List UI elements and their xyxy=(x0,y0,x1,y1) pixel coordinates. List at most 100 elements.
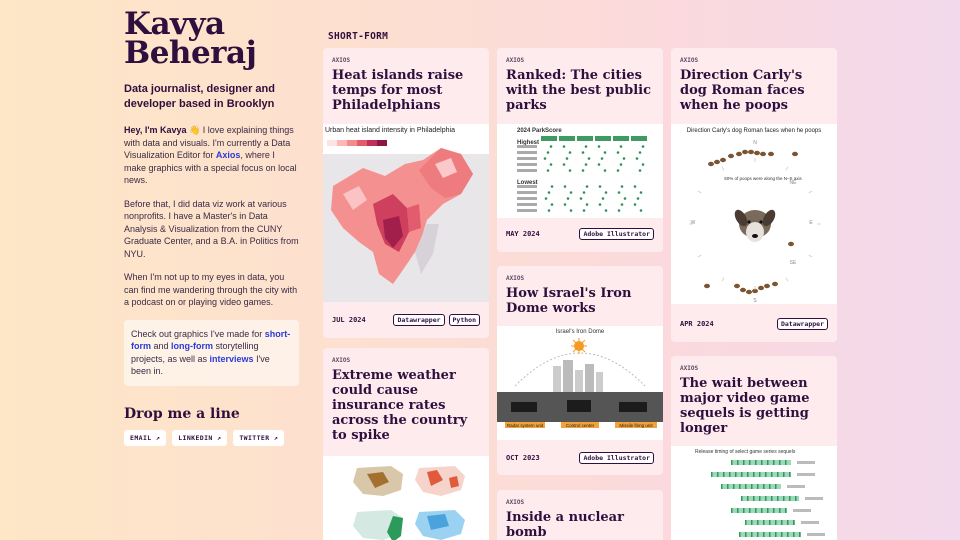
table-dot xyxy=(568,151,572,154)
table-dot xyxy=(601,197,605,200)
project-card-heat-islands[interactable]: AXIOS Heat islands raise temps for most … xyxy=(323,48,489,338)
card-source: AXIOS xyxy=(506,499,525,506)
bio: Hey, I'm Kavya 👋 I love explaining thing… xyxy=(124,124,299,309)
interviews-link[interactable]: interviews xyxy=(210,354,254,364)
twitter-link[interactable]: TWITTER ↗ xyxy=(233,429,285,446)
table-dot xyxy=(584,163,588,166)
timeline-tick xyxy=(781,520,783,525)
card-meta: MAY 2024 Adobe Illustrator xyxy=(506,228,654,240)
timeline-tick xyxy=(761,460,763,465)
timeline-tick xyxy=(795,496,797,501)
timeline-tick xyxy=(787,520,789,525)
project-card-dog-roman[interactable]: AXIOS Direction Carly's dog Roman faces … xyxy=(671,48,837,342)
timeline-tick xyxy=(773,460,775,465)
timeline-tick xyxy=(763,532,765,537)
card-source: AXIOS xyxy=(680,365,699,372)
email-link[interactable]: EMAIL ↗ xyxy=(124,429,167,446)
project-card-video-game-sequels[interactable]: AXIOS The wait between major video game … xyxy=(671,356,837,540)
project-card-iron-dome[interactable]: AXIOS How Israel's Iron Dome works Israe… xyxy=(497,266,663,475)
timeline-tick xyxy=(757,484,759,489)
timeline-tick xyxy=(777,496,779,501)
image-title: Israel's Iron Dome xyxy=(556,329,605,335)
table-row-label xyxy=(517,191,537,194)
timeline-tick xyxy=(717,472,719,477)
compass-tick xyxy=(721,277,725,282)
table-dot xyxy=(620,203,624,206)
us-maps-image xyxy=(323,456,489,540)
table-dot xyxy=(546,151,550,154)
timeline-tick xyxy=(749,460,751,465)
timeline-tick xyxy=(767,508,769,513)
timeline-tick xyxy=(735,472,737,477)
table-row-label xyxy=(517,185,537,188)
table-header-cell xyxy=(577,136,593,141)
card-meta: APR 2024 Datawrapper xyxy=(680,318,828,330)
table-dot xyxy=(569,191,573,194)
table-dot xyxy=(641,145,645,148)
timeline-tick xyxy=(777,472,779,477)
table-dot xyxy=(598,185,602,188)
table-dot xyxy=(581,169,585,172)
timeline-tick xyxy=(793,520,795,525)
image-title: Urban heat island intensity in Philadelp… xyxy=(325,127,455,134)
table-dot xyxy=(633,185,637,188)
table-dot xyxy=(604,191,608,194)
table-dot xyxy=(563,185,567,188)
timeline-tick xyxy=(775,532,777,537)
tool-tag: Datawrapper xyxy=(393,314,445,326)
long-form-link[interactable]: long-form xyxy=(171,341,213,351)
site-name[interactable]: Kavya Beheraj xyxy=(124,9,299,69)
contact-links: EMAIL ↗ LINKEDIN ↗ TWITTER ↗ xyxy=(124,429,299,446)
table-dot xyxy=(582,191,586,194)
axios-link[interactable]: Axios xyxy=(216,150,241,160)
table-row-label xyxy=(517,203,537,206)
timeline-tick xyxy=(743,508,745,513)
compass-tick xyxy=(721,166,725,171)
control-label: Control center xyxy=(566,423,595,428)
timeline-tick xyxy=(727,484,729,489)
card-source: AXIOS xyxy=(332,57,351,64)
card-date: JUL 2024 xyxy=(332,316,366,324)
table-row-label xyxy=(517,197,537,200)
timeline-tick xyxy=(775,520,777,525)
table-dot xyxy=(579,197,583,200)
compass-label: E xyxy=(809,220,813,226)
table-dot xyxy=(603,151,607,154)
poop-dot xyxy=(758,285,764,291)
project-card-parks[interactable]: AXIOS Ranked: The cities with the best p… xyxy=(497,48,663,252)
table-dot xyxy=(565,157,569,160)
table-header-cell xyxy=(559,136,575,141)
project-card-extreme-weather[interactable]: AXIOS Extreme weather could cause insura… xyxy=(323,348,489,540)
table-row-label xyxy=(517,157,537,160)
timeline-tick xyxy=(785,460,787,465)
project-card-nuclear-bomb[interactable]: AXIOS Inside a nuclear bomb xyxy=(497,490,663,540)
table-dot xyxy=(568,169,572,172)
table-dot xyxy=(549,145,553,148)
table-dot xyxy=(585,185,589,188)
timeline-tick xyxy=(767,460,769,465)
table-dot xyxy=(603,169,607,172)
timeline-tick xyxy=(761,508,763,513)
timeline-tick xyxy=(745,520,747,525)
timeline-tick xyxy=(751,520,753,525)
compass-label: W xyxy=(691,220,696,226)
poop-dot xyxy=(754,150,760,156)
timeline-tick xyxy=(731,460,733,465)
linkedin-link[interactable]: LINKEDIN ↗ xyxy=(172,429,228,446)
iron-dome-diagram-image: Israel's Iron Dome Radar system unit Con… xyxy=(497,326,663,440)
timeline-tick xyxy=(755,460,757,465)
table-dot xyxy=(639,209,643,212)
tagline: Data journalist, designer and developer … xyxy=(124,83,275,110)
compass-tick xyxy=(785,277,789,282)
bio-paragraph-2: Before that, I did data viz work at vari… xyxy=(124,198,299,259)
table-dot xyxy=(638,169,642,172)
timeline-tick xyxy=(765,496,767,501)
table-dot xyxy=(636,197,640,200)
bio-paragraph-3: When I'm not up to my eyes in data, you … xyxy=(124,272,298,307)
timeline-tick xyxy=(783,472,785,477)
tool-tag: Python xyxy=(448,314,480,326)
timeline-tick xyxy=(747,496,749,501)
table-dot xyxy=(547,209,551,212)
table-dot xyxy=(598,203,602,206)
card-title: Heat islands raise temps for most Philad… xyxy=(332,68,464,113)
